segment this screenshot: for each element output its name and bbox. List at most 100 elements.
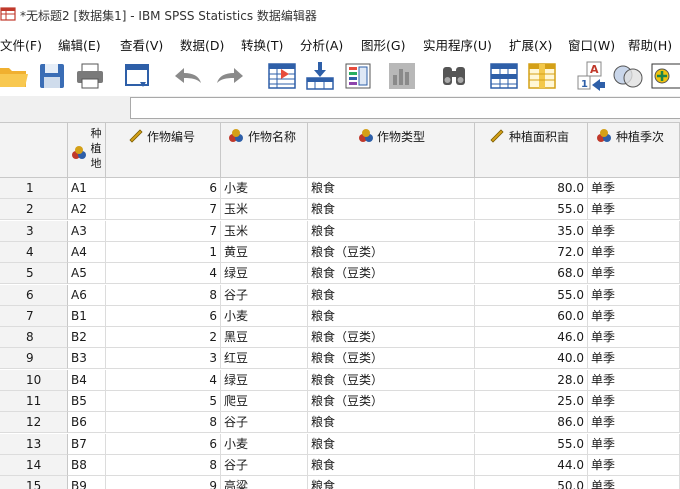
row-number[interactable]: 6 bbox=[0, 284, 68, 306]
cell-crop-id[interactable]: 8 bbox=[106, 412, 221, 434]
insert-variable-button[interactable] bbox=[524, 59, 560, 93]
cell-area[interactable]: 50.0 bbox=[475, 476, 588, 489]
cell-crop-name[interactable]: 玉米 bbox=[221, 220, 308, 242]
cell-crop-name[interactable]: 小麦 bbox=[221, 433, 308, 455]
cell-place[interactable]: B4 bbox=[68, 369, 106, 391]
cell-crop-name[interactable]: 谷子 bbox=[221, 454, 308, 476]
cell-season[interactable]: 单季 bbox=[588, 305, 680, 327]
cell-crop-name[interactable]: 绿豆 bbox=[221, 369, 308, 391]
cell-crop-type[interactable]: 粮食 bbox=[308, 284, 475, 306]
variables-button[interactable] bbox=[340, 59, 376, 93]
cell-crop-id[interactable]: 6 bbox=[106, 433, 221, 455]
col-header-crop-name[interactable]: 作物名称 bbox=[221, 123, 308, 178]
cell-place[interactable]: B7 bbox=[68, 433, 106, 455]
menu-help[interactable]: 帮助(H) bbox=[628, 35, 672, 54]
cell-crop-type[interactable]: 粮食 bbox=[308, 305, 475, 327]
cell-season[interactable]: 单季 bbox=[588, 454, 680, 476]
cell-area[interactable]: 60.0 bbox=[475, 305, 588, 327]
cell-crop-type[interactable]: 粮食（豆类） bbox=[308, 369, 475, 391]
col-header-crop-type[interactable]: 作物类型 bbox=[308, 123, 475, 178]
value-labels-button[interactable] bbox=[650, 59, 680, 93]
row-number[interactable]: 11 bbox=[0, 391, 68, 412]
cell-area[interactable]: 55.0 bbox=[475, 284, 588, 306]
cell-crop-id[interactable]: 7 bbox=[106, 199, 221, 221]
cell-crop-id[interactable]: 9 bbox=[106, 476, 221, 489]
cell-place[interactable]: A5 bbox=[68, 263, 106, 285]
cell-area[interactable]: 55.0 bbox=[475, 433, 588, 455]
menu-view[interactable]: 查看(V) bbox=[120, 35, 163, 54]
cell-crop-type[interactable]: 粮食 bbox=[308, 454, 475, 476]
grid-corner[interactable] bbox=[0, 123, 68, 178]
cell-crop-type[interactable]: 粮食（豆类） bbox=[308, 241, 475, 263]
run-descriptives-button[interactable] bbox=[384, 59, 420, 93]
cell-crop-type[interactable]: 粮食 bbox=[308, 199, 475, 221]
row-number[interactable]: 15 bbox=[0, 476, 68, 489]
cell-place[interactable]: B8 bbox=[68, 454, 106, 476]
cell-place[interactable]: B9 bbox=[68, 476, 106, 489]
row-number[interactable]: 1 bbox=[0, 178, 68, 199]
cell-place[interactable]: A4 bbox=[68, 241, 106, 263]
cell-area[interactable]: 35.0 bbox=[475, 220, 588, 242]
cell-crop-type[interactable]: 粮食 bbox=[308, 178, 475, 199]
row-number[interactable]: 12 bbox=[0, 412, 68, 434]
menu-graphs[interactable]: 图形(G) bbox=[361, 35, 405, 54]
cell-crop-name[interactable]: 黄豆 bbox=[221, 241, 308, 263]
cell-season[interactable]: 单季 bbox=[588, 412, 680, 434]
cell-season[interactable]: 单季 bbox=[588, 476, 680, 489]
cell-crop-name[interactable]: 爬豆 bbox=[221, 391, 308, 412]
cell-season[interactable]: 单季 bbox=[588, 327, 680, 349]
redo-button[interactable] bbox=[212, 59, 248, 93]
cell-crop-type[interactable]: 粮食 bbox=[308, 220, 475, 242]
dialog-recall-button[interactable] bbox=[120, 59, 156, 93]
cell-season[interactable]: 单季 bbox=[588, 263, 680, 285]
cell-crop-id[interactable]: 8 bbox=[106, 454, 221, 476]
cell-area[interactable]: 25.0 bbox=[475, 391, 588, 412]
row-number[interactable]: 2 bbox=[0, 199, 68, 221]
menu-edit[interactable]: 编辑(E) bbox=[58, 35, 101, 54]
cell-area[interactable]: 44.0 bbox=[475, 454, 588, 476]
cell-crop-id[interactable]: 6 bbox=[106, 305, 221, 327]
split-file-button[interactable]: A 1 bbox=[574, 59, 610, 93]
col-header-place[interactable]: 种 植 地 bbox=[68, 123, 106, 178]
cell-crop-name[interactable]: 绿豆 bbox=[221, 263, 308, 285]
cell-place[interactable]: B2 bbox=[68, 327, 106, 349]
goto-variable-button[interactable] bbox=[302, 59, 338, 93]
cell-place[interactable]: A2 bbox=[68, 199, 106, 221]
cell-value-input[interactable] bbox=[130, 97, 680, 119]
col-header-season[interactable]: 种植季次 bbox=[588, 123, 680, 178]
cell-crop-id[interactable]: 4 bbox=[106, 263, 221, 285]
cell-crop-id[interactable]: 6 bbox=[106, 178, 221, 199]
cell-crop-id[interactable]: 2 bbox=[106, 327, 221, 349]
goto-case-button[interactable] bbox=[264, 59, 300, 93]
col-header-crop-id[interactable]: 作物编号 bbox=[106, 123, 221, 178]
cell-area[interactable]: 40.0 bbox=[475, 348, 588, 370]
menu-file[interactable]: 文件(F) bbox=[0, 35, 42, 54]
cell-area[interactable]: 46.0 bbox=[475, 327, 588, 349]
cell-crop-id[interactable]: 4 bbox=[106, 369, 221, 391]
cell-crop-type[interactable]: 粮食（豆类） bbox=[308, 263, 475, 285]
cell-area[interactable]: 86.0 bbox=[475, 412, 588, 434]
cell-crop-type[interactable]: 粮食 bbox=[308, 412, 475, 434]
find-button[interactable] bbox=[436, 59, 472, 93]
cell-crop-name[interactable]: 玉米 bbox=[221, 199, 308, 221]
col-header-area[interactable]: 种植面积亩 bbox=[475, 123, 588, 178]
cell-season[interactable]: 单季 bbox=[588, 284, 680, 306]
cell-season[interactable]: 单季 bbox=[588, 178, 680, 199]
cell-area[interactable]: 72.0 bbox=[475, 241, 588, 263]
cell-area[interactable]: 28.0 bbox=[475, 369, 588, 391]
cell-area[interactable]: 55.0 bbox=[475, 199, 588, 221]
menu-analyze[interactable]: 分析(A) bbox=[300, 35, 343, 54]
cell-crop-id[interactable]: 8 bbox=[106, 284, 221, 306]
cell-place[interactable]: A6 bbox=[68, 284, 106, 306]
cell-crop-name[interactable]: 黑豆 bbox=[221, 327, 308, 349]
cell-crop-id[interactable]: 1 bbox=[106, 241, 221, 263]
cell-place[interactable]: B1 bbox=[68, 305, 106, 327]
cell-season[interactable]: 单季 bbox=[588, 220, 680, 242]
row-number[interactable]: 7 bbox=[0, 305, 68, 327]
cell-place[interactable]: B3 bbox=[68, 348, 106, 370]
menu-window[interactable]: 窗口(W) bbox=[568, 35, 615, 54]
cell-season[interactable]: 单季 bbox=[588, 199, 680, 221]
undo-button[interactable] bbox=[170, 59, 206, 93]
cell-crop-name[interactable]: 高粱 bbox=[221, 476, 308, 489]
insert-cases-button[interactable] bbox=[486, 59, 522, 93]
